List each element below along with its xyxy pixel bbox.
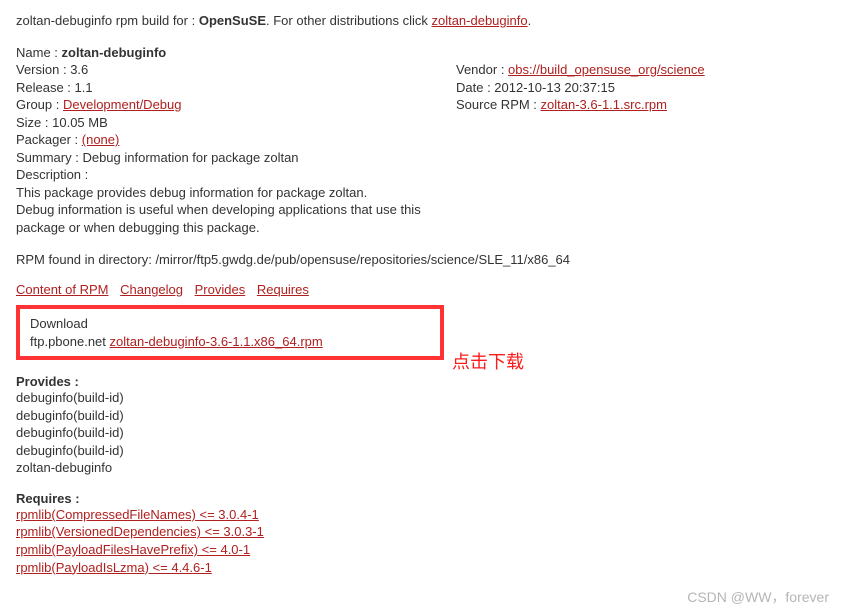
- requires-link[interactable]: Requires: [257, 282, 309, 297]
- vendor-link[interactable]: obs://build_opensuse_org/science: [508, 62, 705, 77]
- list-item: debuginfo(build-id): [16, 424, 827, 442]
- rpm-found: RPM found in directory: /mirror/ftp5.gwd…: [16, 251, 827, 269]
- list-item: rpmlib(PayloadFilesHavePrefix) <= 4.0-1: [16, 541, 827, 559]
- size: Size : 10.05 MB: [16, 114, 456, 132]
- provides-list: debuginfo(build-id) debuginfo(build-id) …: [16, 389, 827, 477]
- annotation-text: 点击下载: [452, 348, 524, 374]
- download-title: Download: [30, 315, 430, 333]
- source-row: Source RPM : zoltan-3.6-1.1.src.rpm: [456, 96, 827, 114]
- name-value: zoltan-debuginfo: [62, 45, 167, 60]
- requires-heading: Requires :: [16, 491, 827, 506]
- list-item: zoltan-debuginfo: [16, 459, 827, 477]
- provides-heading: Provides :: [16, 374, 827, 389]
- section-links: Content of RPM Changelog Provides Requir…: [16, 282, 827, 297]
- list-item: rpmlib(PayloadIsLzma) <= 4.4.6-1: [16, 559, 827, 577]
- desc-l1: This package provides debug information …: [16, 184, 827, 202]
- list-item: debuginfo(build-id): [16, 442, 827, 460]
- source-label: Source RPM :: [456, 97, 541, 112]
- download-row: ftp.pbone.net zoltan-debuginfo-3.6-1.1.x…: [30, 333, 430, 351]
- description-label: Description :: [16, 166, 456, 184]
- download-host: ftp.pbone.net: [30, 334, 110, 349]
- content-link[interactable]: Content of RPM: [16, 282, 109, 297]
- packager-link[interactable]: (none): [82, 132, 120, 147]
- vendor-row: Vendor : obs://build_opensuse_org/scienc…: [456, 61, 827, 79]
- packager-label: Packager :: [16, 132, 82, 147]
- watermark: CSDN @WW，forever: [687, 587, 829, 607]
- packager-row: Packager : (none): [16, 131, 456, 149]
- group-link[interactable]: Development/Debug: [63, 97, 182, 112]
- requires-link-item[interactable]: rpmlib(VersionedDependencies) <= 3.0.3-1: [16, 524, 264, 539]
- summary: Summary : Debug information for package …: [16, 149, 456, 167]
- list-item: rpmlib(VersionedDependencies) <= 3.0.3-1: [16, 523, 827, 541]
- header-prefix: zoltan-debuginfo rpm build for :: [16, 13, 199, 28]
- source-link[interactable]: zoltan-3.6-1.1.src.rpm: [541, 97, 667, 112]
- vendor-label: Vendor :: [456, 62, 508, 77]
- requires-link-item[interactable]: rpmlib(CompressedFileNames) <= 3.0.4-1: [16, 507, 259, 522]
- list-item: debuginfo(build-id): [16, 407, 827, 425]
- desc-l3: package or when debugging this package.: [16, 219, 827, 237]
- header-link[interactable]: zoltan-debuginfo: [431, 13, 527, 28]
- provides-link[interactable]: Provides: [195, 282, 246, 297]
- build-header: zoltan-debuginfo rpm build for : OpenSuS…: [16, 12, 827, 30]
- release: Release : 1.1: [16, 79, 456, 97]
- name-label: Name :: [16, 45, 62, 60]
- download-file-link[interactable]: zoltan-debuginfo-3.6-1.1.x86_64.rpm: [110, 334, 323, 349]
- header-mid: . For other distributions click: [266, 13, 431, 28]
- desc-l2: Debug information is useful when develop…: [16, 201, 827, 219]
- requires-list: rpmlib(CompressedFileNames) <= 3.0.4-1 r…: [16, 506, 827, 576]
- list-item: rpmlib(CompressedFileNames) <= 3.0.4-1: [16, 506, 827, 524]
- group-row: Group : Development/Debug: [16, 96, 456, 114]
- date: Date : 2012-10-13 20:37:15: [456, 79, 827, 97]
- header-distro: OpenSuSE: [199, 13, 266, 28]
- version: Version : 3.6: [16, 61, 456, 79]
- requires-link-item[interactable]: rpmlib(PayloadFilesHavePrefix) <= 4.0-1: [16, 542, 250, 557]
- group-label: Group :: [16, 97, 63, 112]
- requires-link-item[interactable]: rpmlib(PayloadIsLzma) <= 4.4.6-1: [16, 560, 212, 575]
- list-item: debuginfo(build-id): [16, 389, 827, 407]
- changelog-link[interactable]: Changelog: [120, 282, 183, 297]
- download-box: Download ftp.pbone.net zoltan-debuginfo-…: [16, 305, 444, 360]
- header-suffix: .: [528, 13, 532, 28]
- name-row: Name : zoltan-debuginfo: [16, 44, 827, 62]
